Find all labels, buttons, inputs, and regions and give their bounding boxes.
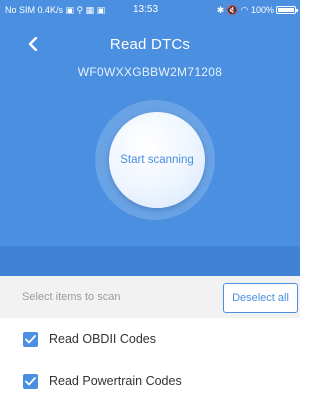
status-left-info: No SIM 0.4K/s ▣ ⚲ ▦ ▣ [5, 0, 105, 20]
status-time: 13:53 [133, 4, 159, 15]
mute-icon: 🔇 [226, 5, 239, 15]
checkbox-checked-icon[interactable] [23, 374, 38, 389]
start-scanning-label: Start scanning [120, 154, 194, 166]
carrier-text: No SIM 0.4K/s [5, 5, 64, 15]
option-read-obdii-codes[interactable]: Read OBDII Codes [0, 320, 300, 360]
wifi-icon: ◠ [240, 5, 249, 15]
status-right-info: ✱ 🔇 ◠ 100% [217, 0, 274, 20]
option-label: Read Powertrain Codes [49, 374, 182, 388]
select-items-label: Select items to scan [22, 291, 121, 303]
deselect-all-label: Deselect all [232, 292, 289, 304]
status-bar: No SIM 0.4K/s ▣ ⚲ ▦ ▣ 13:53 ✱ 🔇 ◠ 100% [0, 0, 300, 20]
deselect-all-button[interactable]: Deselect all [223, 283, 298, 313]
battery-percent: 100% [250, 5, 274, 15]
vehicle-vin: WF0WXXGBBW2M71208 [77, 65, 223, 79]
option-read-powertrain-codes[interactable]: Read Powertrain Codes [0, 362, 300, 401]
header-bottom-band [0, 246, 300, 276]
battery-icon [276, 6, 298, 14]
option-label: Read OBDII Codes [49, 332, 156, 346]
page-title: Read DTCs [109, 36, 191, 53]
bluetooth-icon: ✱ [216, 5, 225, 15]
notification-icons: ▣ ⚲ ▦ ▣ [65, 5, 106, 15]
start-scanning-button[interactable]: Start scanning [109, 112, 205, 208]
checkbox-checked-icon[interactable] [23, 332, 38, 347]
